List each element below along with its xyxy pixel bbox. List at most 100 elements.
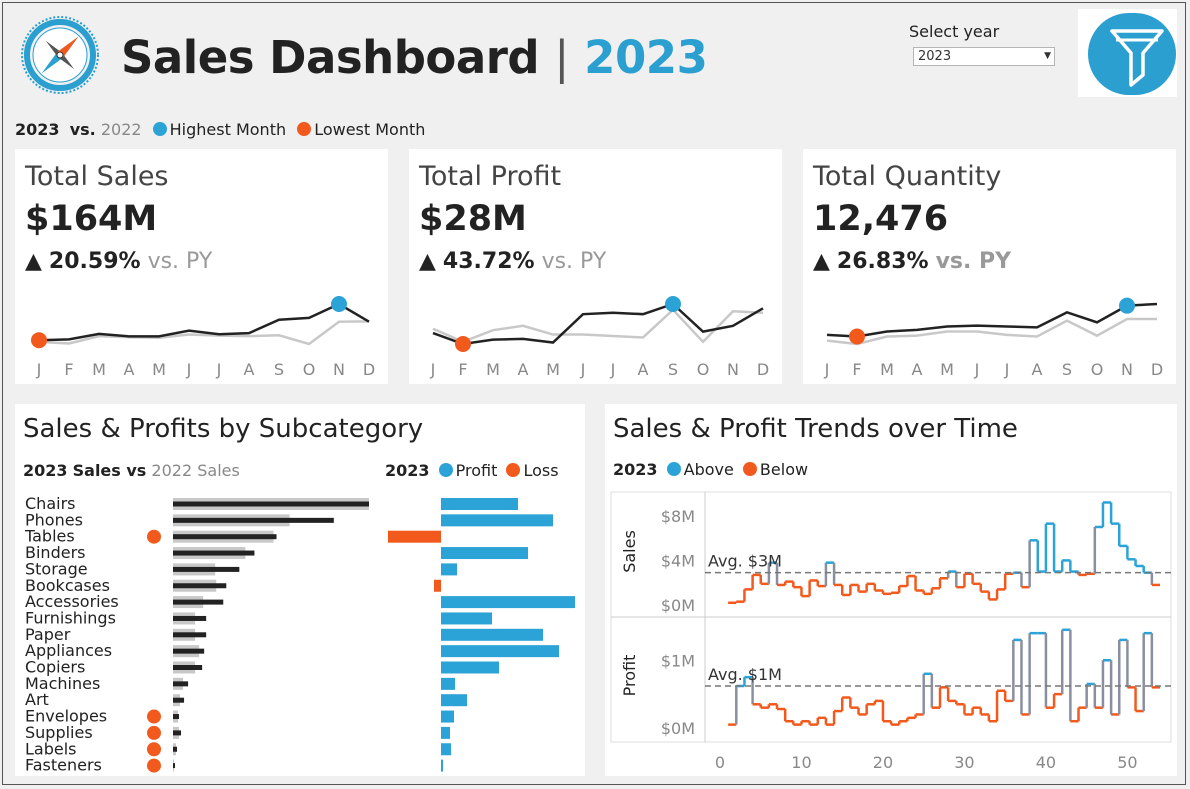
title-separator: | [554, 31, 569, 84]
month-tick-label: F [852, 360, 861, 379]
subcategory-panel: Sales & Profits by Subcategory 2023 Sale… [15, 404, 585, 776]
month-tick-label: O [303, 360, 316, 379]
sales-tick-label: $0M [661, 596, 695, 615]
month-tick-label: J [216, 360, 222, 379]
month-tick-label: J [430, 360, 436, 379]
month-tick-label: J [186, 360, 192, 379]
profit-bar [441, 514, 553, 527]
kpi-change: ▲ 26.83% vs. PY [813, 249, 1011, 274]
sales-legend: 2023 Sales vs 2022 Sales [23, 461, 240, 480]
legend-lowest: Lowest Month [314, 120, 426, 139]
month-tick-label: D [363, 360, 375, 379]
filter-funnel-icon [1088, 13, 1176, 95]
month-tick-label: F [458, 360, 467, 379]
title-main: Sales Dashboard [121, 31, 540, 84]
sparkline-current-year [826, 302, 1158, 338]
highest-dot-icon [152, 122, 167, 136]
trends-legend-below: Below [759, 460, 809, 479]
profit-bar [441, 677, 455, 690]
lowest-month-marker [455, 336, 471, 352]
loss-bar [388, 530, 441, 543]
profit-axis-title: Profit [620, 655, 639, 697]
month-tick-label: J [580, 360, 586, 379]
trends-title: Sales & Profit Trends over Time [613, 414, 1018, 444]
kpi-total-profit: Total Profit $28M ▲ 43.72% vs. PY JFMAMJ… [409, 149, 782, 384]
year-select-value: 2023 [918, 49, 952, 64]
profit-bar [441, 743, 451, 756]
month-tick-label: S [1062, 360, 1072, 379]
sales-average-label: Avg. $3M [708, 552, 782, 571]
month-tick-label: M [940, 360, 954, 379]
profit-bar [441, 645, 559, 658]
legend-vs: vs. [69, 120, 96, 139]
profit-legend-profit: Profit [455, 461, 498, 480]
filter-button[interactable] [1078, 9, 1177, 97]
loss-flag-marker [147, 725, 161, 740]
sales-bar [173, 501, 369, 507]
profit-legend-year: 2023 [385, 461, 430, 480]
lowest-dot-icon [297, 122, 312, 136]
trends-legend-year: 2023 [613, 460, 658, 479]
month-tick-label: M [546, 360, 560, 379]
profit-legend: 2023 Profit Loss [385, 461, 559, 480]
sales-bar [173, 615, 207, 621]
x-tick-label: 30 [954, 753, 974, 772]
kpi-change: ▲ 20.59% vs. PY [25, 249, 212, 274]
trends-chart: Sales $0M $4M $8M Avg. $3M Profit $0M $1M Avg. $… [610, 491, 1172, 772]
x-tick-label: 40 [1036, 753, 1056, 772]
sales-legend-mid: Sales vs [72, 461, 147, 480]
month-tick-label: O [1091, 360, 1104, 379]
kpi-change-pct: 43.72% [442, 249, 535, 274]
month-tick-label: F [64, 360, 73, 379]
sales-bar [173, 714, 180, 720]
month-tick-label: J [824, 360, 830, 379]
x-tick-label: 20 [873, 753, 893, 772]
above-dot-icon [666, 462, 681, 476]
profit-tick-label: $0M [661, 719, 695, 738]
profit-bar [441, 547, 528, 560]
month-tick-label: N [333, 360, 345, 379]
subcategory-chart: ChairsPhonesTablesBindersStorageBookcase… [24, 494, 575, 775]
sales-bar [173, 632, 207, 638]
month-tick-label: N [1121, 360, 1133, 379]
month-tick-label: S [274, 360, 284, 379]
kpi-title: Total Sales [25, 161, 169, 192]
kpi-total-sales: Total Sales $164M ▲ 20.59% vs. PY JFMAMJ… [15, 149, 388, 384]
sales-bar [173, 599, 224, 605]
sales-bar [173, 583, 227, 589]
month-tick-label: S [668, 360, 678, 379]
sales-axis-title: Sales [620, 530, 639, 573]
legend-highest: Highest Month [169, 120, 287, 139]
dropdown-arrow-icon: ▼ [1044, 51, 1051, 61]
lowest-month-marker [31, 332, 47, 349]
kpi-change-pct: 20.59% [48, 249, 141, 274]
month-tick-label: M [152, 360, 166, 379]
profit-tick-label: $1M [661, 651, 695, 670]
year-select[interactable]: 2023 ▼ [913, 47, 1055, 66]
sales-bar [173, 550, 255, 556]
sales-bar [173, 730, 182, 736]
lowest-month-marker [849, 328, 865, 345]
x-tick-label: 50 [1117, 753, 1137, 772]
month-tick-label: N [727, 360, 739, 379]
loss-dot-icon [506, 463, 521, 477]
year-select-label: Select year [909, 22, 1000, 41]
sales-bar [173, 697, 185, 703]
sales-bar [173, 665, 203, 670]
month-tick-label: J [1004, 360, 1010, 379]
month-tick-label: A [912, 360, 923, 379]
month-tick-label: D [757, 360, 769, 379]
month-tick-label: J [610, 360, 616, 379]
loss-flag-marker [147, 742, 161, 757]
dashboard-frame: Sales Dashboard | 2023 Select year 2023 ▼… [2, 2, 1186, 785]
kpi-vs: vs. PY [935, 249, 1012, 274]
month-tick-label: J [36, 360, 42, 379]
sales-tick-label: $8M [661, 507, 695, 526]
trends-legend: 2023 Above Below [613, 460, 808, 479]
sales-bar [173, 566, 240, 572]
up-arrow-icon: ▲ [813, 249, 830, 274]
profit-bar [441, 612, 492, 625]
profit-dot-icon [438, 463, 453, 477]
profit-bar [441, 563, 457, 576]
sales-bar [173, 648, 205, 654]
